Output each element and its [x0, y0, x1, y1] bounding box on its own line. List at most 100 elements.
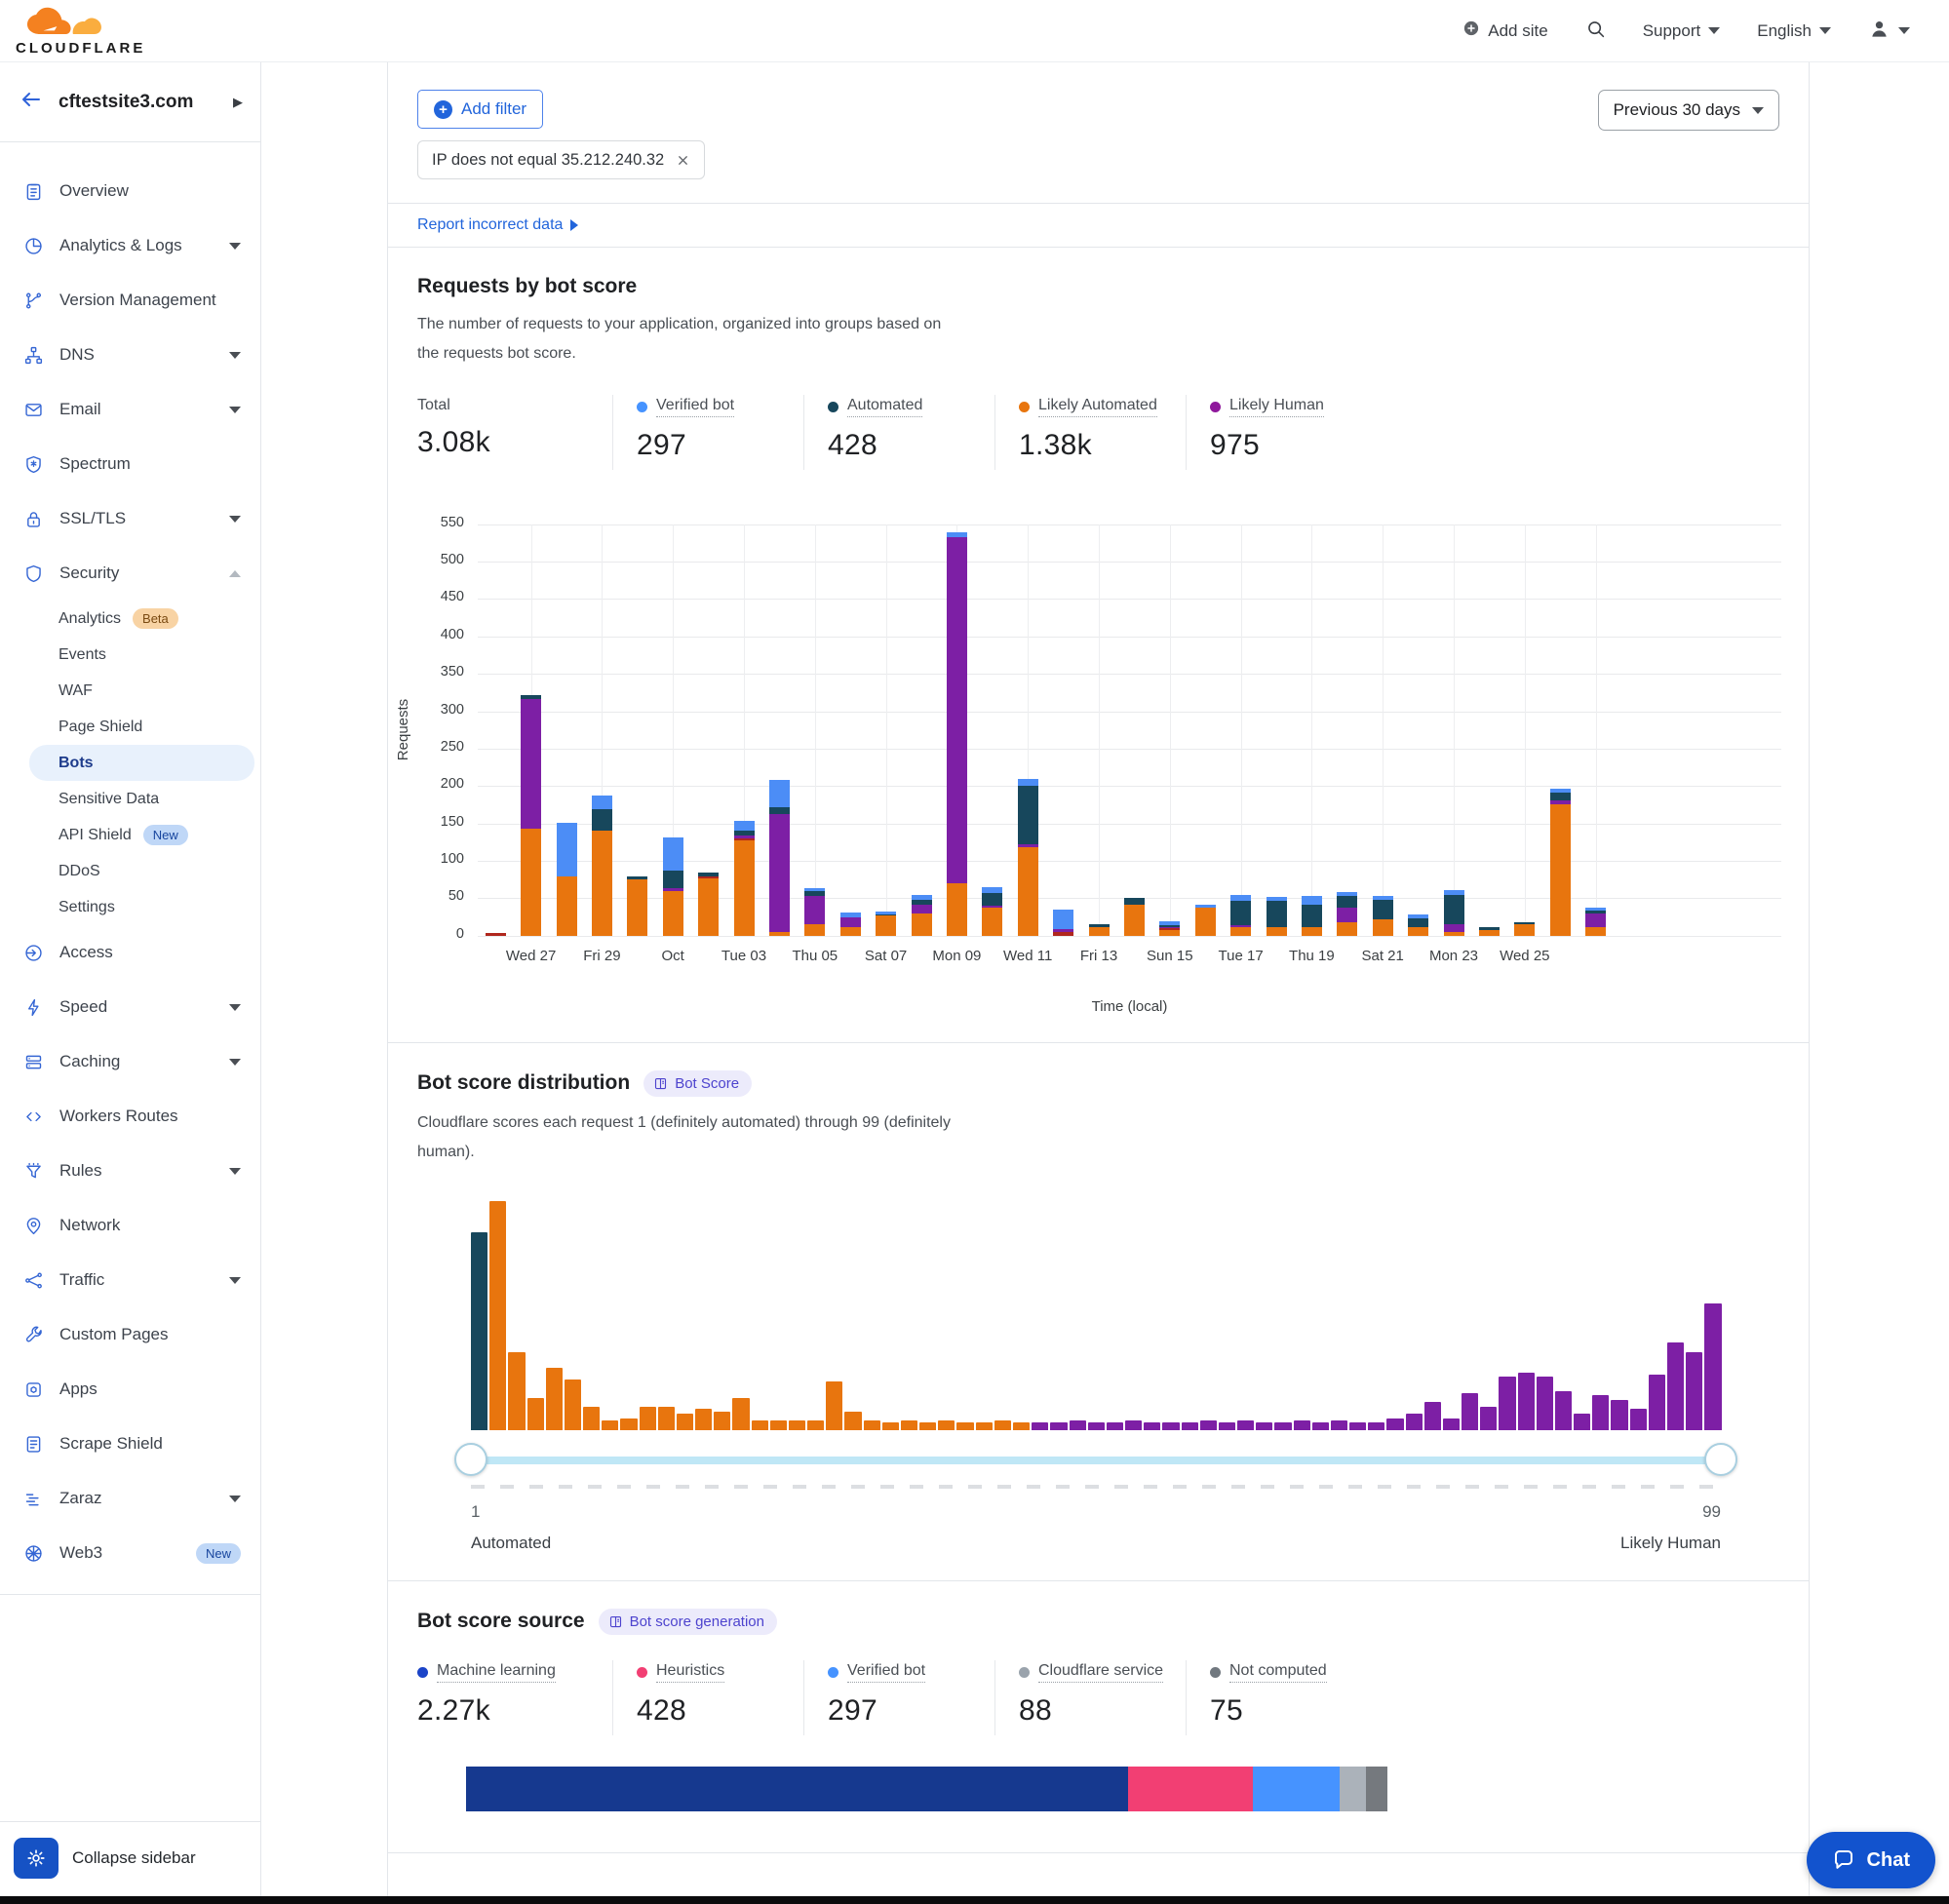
distribution-bar[interactable]: [1592, 1395, 1609, 1429]
distribution-bar[interactable]: [1013, 1422, 1030, 1429]
sidebar-item-security[interactable]: Security: [0, 546, 260, 601]
distribution-bar[interactable]: [901, 1420, 917, 1429]
distribution-bar[interactable]: [565, 1379, 581, 1430]
distribution-bar[interactable]: [1406, 1414, 1423, 1429]
chat-button[interactable]: Chat: [1807, 1832, 1935, 1888]
distribution-bar[interactable]: [919, 1422, 936, 1429]
distribution-bar[interactable]: [1312, 1422, 1329, 1429]
gear-icon[interactable]: [14, 1838, 58, 1879]
requests-bar[interactable]: [557, 823, 577, 936]
date-range-dropdown[interactable]: Previous 30 days: [1598, 90, 1779, 131]
close-icon[interactable]: [676, 153, 690, 168]
sidebar-item-spectrum[interactable]: Spectrum: [0, 437, 260, 491]
sidebar-item-rules[interactable]: Rules: [0, 1144, 260, 1198]
source-segment-verified-bot[interactable]: [1253, 1767, 1340, 1811]
site-expand-icon[interactable]: ▶: [233, 95, 243, 110]
distribution-bar[interactable]: [1424, 1402, 1441, 1429]
requests-bar[interactable]: [1514, 922, 1535, 936]
distribution-bar[interactable]: [1462, 1393, 1478, 1430]
distribution-bar[interactable]: [1704, 1303, 1721, 1429]
requests-bar[interactable]: [1267, 897, 1287, 936]
source-segment-machine-learning[interactable]: [466, 1767, 1128, 1811]
distribution-bar[interactable]: [1070, 1420, 1086, 1429]
distribution-bar[interactable]: [1107, 1422, 1123, 1429]
distribution-bar[interactable]: [994, 1420, 1011, 1429]
requests-bar[interactable]: [1018, 779, 1038, 936]
distribution-bar[interactable]: [1349, 1422, 1366, 1429]
distribution-bar[interactable]: [640, 1407, 656, 1430]
requests-bar[interactable]: [1444, 890, 1464, 936]
distribution-bar[interactable]: [583, 1407, 600, 1430]
distribution-bar[interactable]: [695, 1409, 712, 1429]
distribution-bar[interactable]: [789, 1420, 805, 1429]
distribution-bar[interactable]: [1611, 1400, 1627, 1430]
distribution-bar[interactable]: [1480, 1407, 1497, 1430]
distribution-bar[interactable]: [1499, 1377, 1515, 1429]
requests-bar[interactable]: [592, 796, 612, 936]
sidebar-item-zaraz[interactable]: Zaraz: [0, 1471, 260, 1526]
requests-bar[interactable]: [663, 837, 683, 935]
distribution-bar[interactable]: [1162, 1422, 1179, 1429]
distribution-bar[interactable]: [1237, 1420, 1254, 1429]
distribution-bar[interactable]: [1125, 1420, 1142, 1429]
sidebar-item-api-shield[interactable]: API ShieldNew: [0, 817, 260, 853]
distribution-bar[interactable]: [1331, 1420, 1347, 1429]
requests-bar[interactable]: [1124, 898, 1145, 936]
distribution-bar[interactable]: [1219, 1422, 1235, 1429]
requests-bar[interactable]: [1585, 908, 1606, 936]
distribution-bar[interactable]: [1555, 1391, 1572, 1430]
requests-bar[interactable]: [1195, 905, 1216, 936]
distribution-bar[interactable]: [1294, 1420, 1310, 1429]
distribution-bar[interactable]: [1443, 1418, 1460, 1430]
requests-bar[interactable]: [1230, 895, 1251, 936]
requests-bar[interactable]: [1302, 896, 1322, 936]
distribution-bar[interactable]: [1518, 1373, 1535, 1430]
distribution-bar[interactable]: [1182, 1422, 1198, 1429]
requests-bar[interactable]: [982, 887, 1002, 936]
sidebar-item-custom-pages[interactable]: Custom Pages: [0, 1307, 260, 1362]
add-filter-button[interactable]: + Add filter: [417, 90, 543, 129]
distribution-bar[interactable]: [1256, 1422, 1272, 1429]
language-menu[interactable]: English: [1757, 21, 1831, 41]
distribution-bar[interactable]: [546, 1368, 563, 1430]
distribution-bar[interactable]: [882, 1422, 899, 1429]
source-segment-cloudflare-service[interactable]: [1340, 1767, 1365, 1811]
sidebar-item-web3[interactable]: Web3New: [0, 1526, 260, 1580]
cloudflare-logo[interactable]: CLOUDFLARE: [16, 7, 145, 56]
source-segment-not-computed[interactable]: [1366, 1767, 1387, 1811]
filter-chip[interactable]: IP does not equal 35.212.240.32: [417, 140, 705, 179]
requests-bar[interactable]: [840, 913, 861, 936]
source-segment-heuristics[interactable]: [1128, 1767, 1253, 1811]
distribution-bar[interactable]: [1667, 1342, 1684, 1429]
requests-bar[interactable]: [947, 532, 967, 936]
sidebar-item-access[interactable]: Access: [0, 925, 260, 980]
requests-bar[interactable]: [804, 888, 825, 936]
distribution-bar[interactable]: [976, 1422, 993, 1429]
distribution-bar[interactable]: [1088, 1422, 1105, 1429]
distribution-bar[interactable]: [1386, 1418, 1403, 1430]
slider-handle-max[interactable]: [1704, 1443, 1737, 1476]
requests-bar[interactable]: [627, 876, 647, 936]
sidebar-item-caching[interactable]: Caching: [0, 1034, 260, 1089]
requests-bar[interactable]: [769, 780, 790, 935]
requests-bar[interactable]: [1408, 914, 1428, 936]
sidebar-item-analytics[interactable]: AnalyticsBeta: [0, 601, 260, 637]
sidebar-item-ddos[interactable]: DDoS: [0, 853, 260, 889]
requests-bar[interactable]: [521, 695, 541, 936]
distribution-bar[interactable]: [770, 1420, 787, 1429]
search-button[interactable]: [1585, 19, 1606, 44]
distribution-bar[interactable]: [807, 1420, 824, 1429]
account-menu[interactable]: [1868, 18, 1910, 45]
requests-bar[interactable]: [734, 821, 755, 936]
requests-bar[interactable]: [486, 933, 506, 936]
distribution-bar[interactable]: [826, 1381, 842, 1429]
slider-handle-min[interactable]: [454, 1443, 487, 1476]
add-site-button[interactable]: Add site: [1462, 19, 1547, 42]
distribution-bar[interactable]: [1649, 1375, 1665, 1429]
requests-bar[interactable]: [1550, 789, 1571, 935]
distribution-bar[interactable]: [602, 1420, 618, 1429]
sidebar-item-page-shield[interactable]: Page Shield: [0, 709, 260, 745]
bot-score-generation-badge[interactable]: Bot score generation: [599, 1609, 777, 1635]
distribution-bar[interactable]: [1686, 1352, 1702, 1430]
sidebar-item-ssl-tls[interactable]: SSL/TLS: [0, 491, 260, 546]
